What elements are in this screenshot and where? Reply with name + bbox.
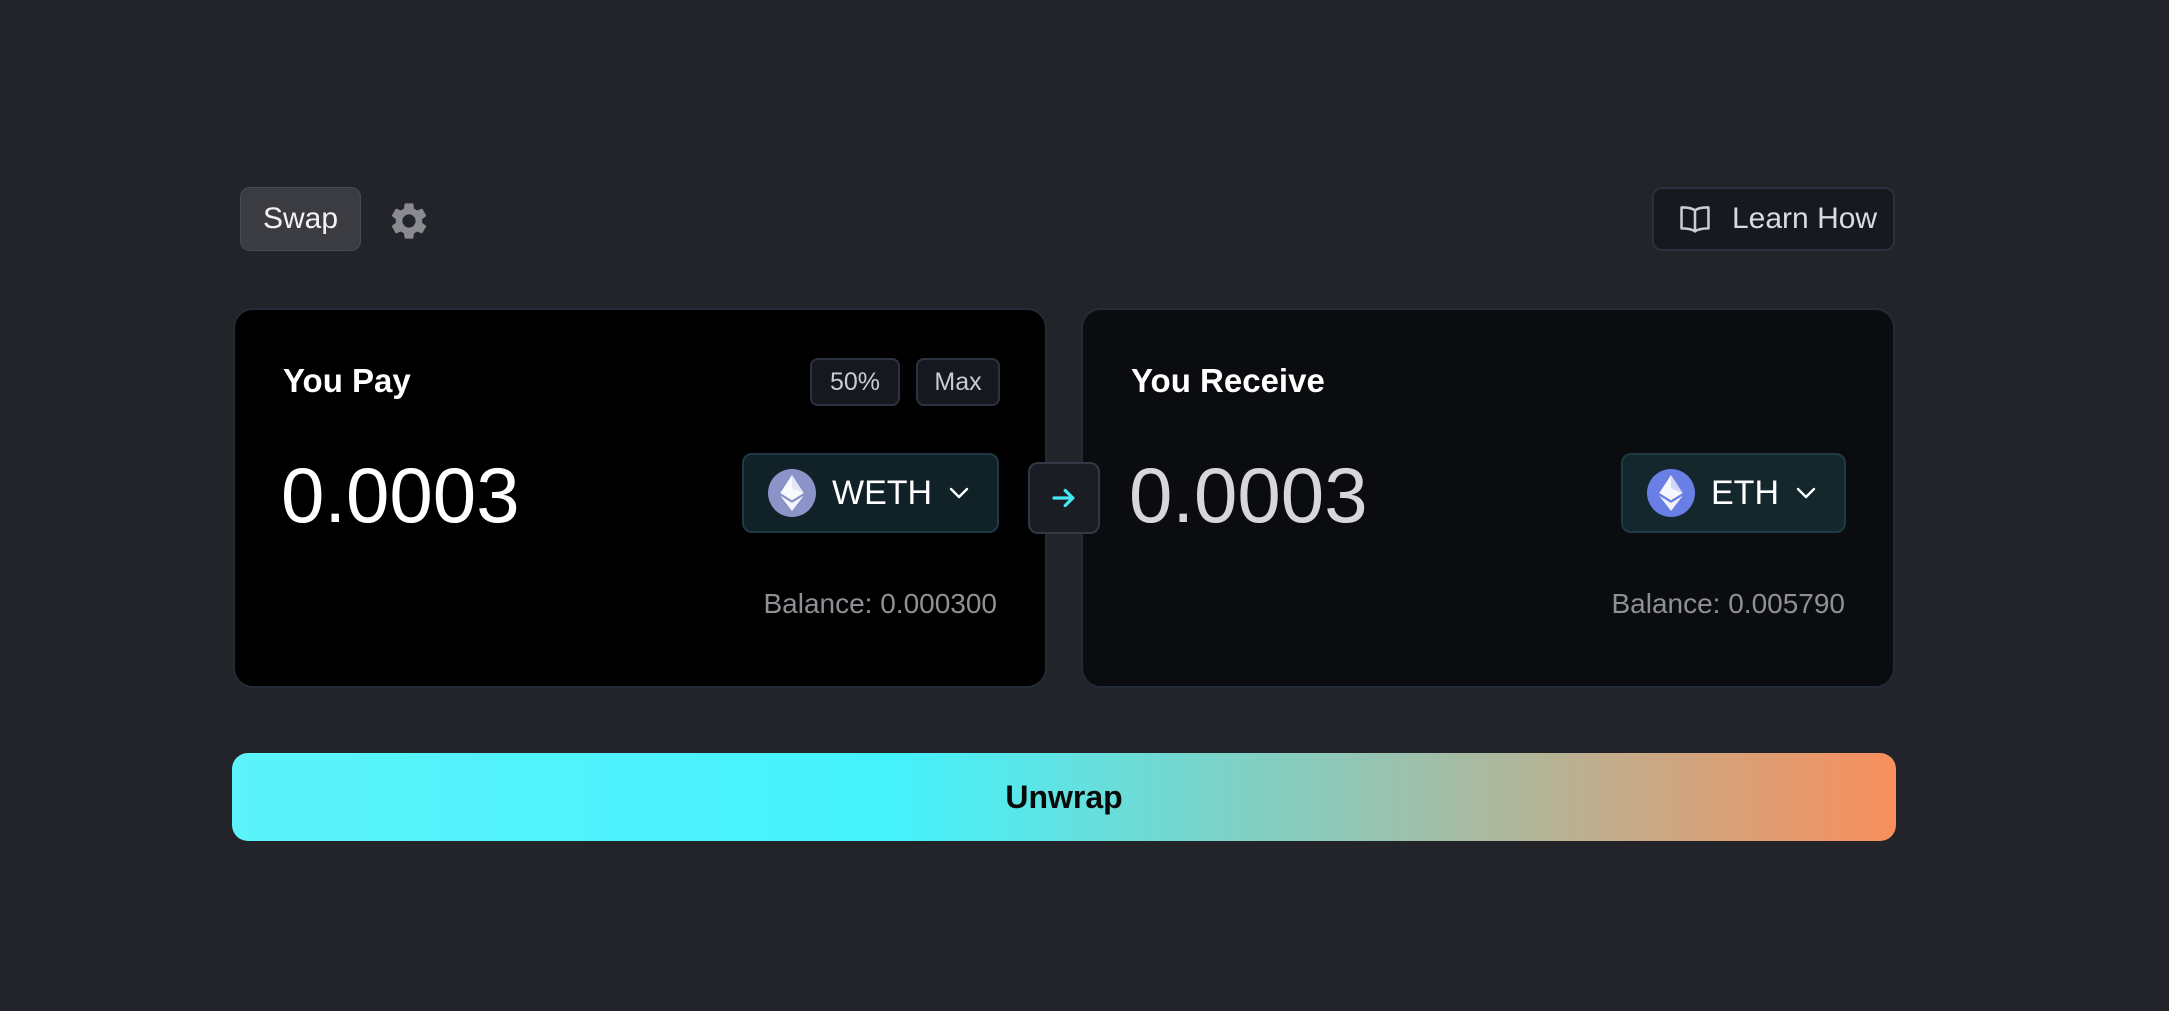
pay-balance: Balance: 0.000300 [763,588,997,619]
learn-how-label: Learn How [1732,202,1878,235]
pay-token-selector[interactable]: WETH [742,453,999,533]
chevron-down-icon [949,487,969,499]
learn-how-button[interactable]: Learn How [1652,187,1895,251]
receive-token-selector[interactable]: ETH [1621,453,1846,533]
chevron-down-icon [1796,487,1816,499]
pay-title: You Pay [283,362,411,399]
swap-tab[interactable]: Swap [240,187,361,251]
receive-balance: Balance: 0.005790 [1611,588,1845,619]
receive-panel: You Receive ETH Balance: 0.005790 [1081,308,1895,688]
switch-direction-button[interactable] [1028,462,1100,534]
weth-icon [768,469,816,517]
book-icon [1680,206,1710,233]
pay-panel: You Pay 50% Max WETH Balance: 0.000300 [233,308,1047,688]
eth-icon [1647,469,1695,517]
max-button[interactable]: Max [916,358,1000,406]
half-button[interactable]: 50% [810,358,900,406]
receive-token-symbol: ETH [1711,473,1779,512]
receive-title: You Receive [1131,362,1325,399]
pay-amount-input[interactable] [281,450,701,541]
unwrap-button[interactable]: Unwrap [232,753,1896,841]
gear-icon[interactable] [387,199,431,243]
pay-token-symbol: WETH [832,473,933,512]
swap-page: Swap Learn How You Pay 50% Max WETH [0,0,2169,1011]
receive-amount-input[interactable] [1129,450,1549,541]
arrow-right-icon [1052,488,1075,508]
